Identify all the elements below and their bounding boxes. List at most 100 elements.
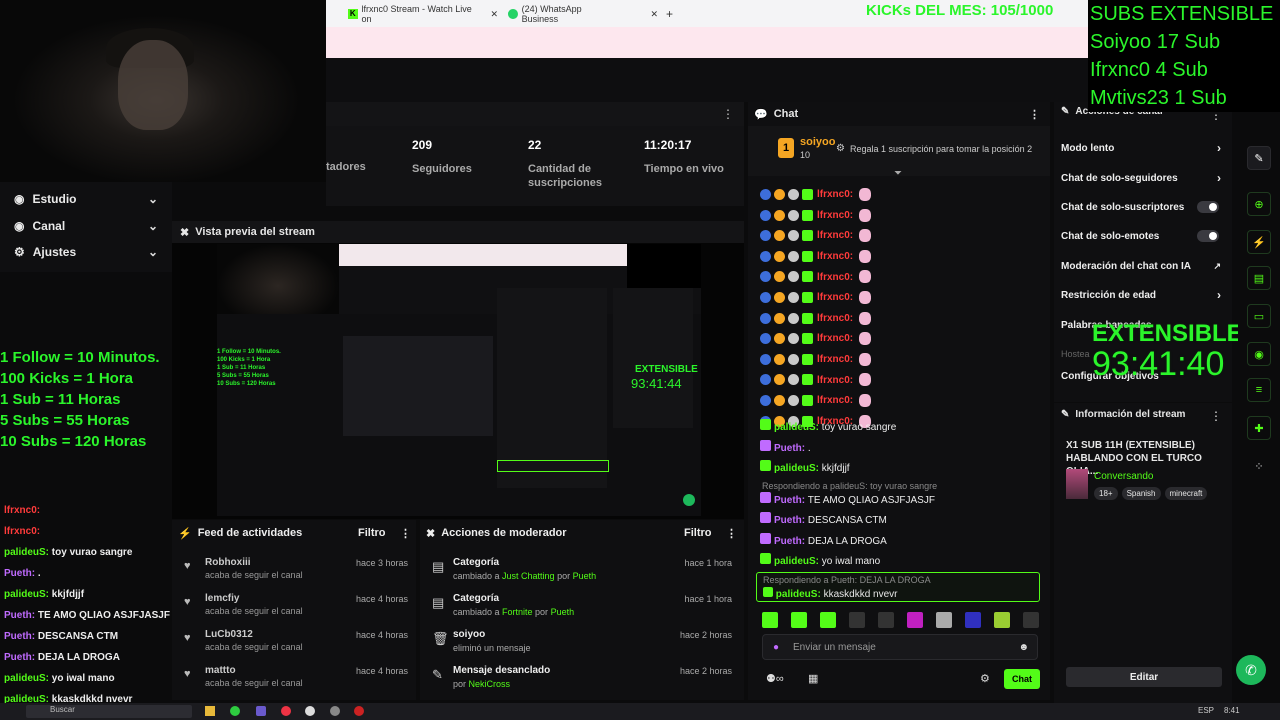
app-icon[interactable] bbox=[330, 706, 340, 716]
edit-stream-button[interactable]: Editar bbox=[1066, 667, 1222, 687]
modaction-row[interactable]: ▤ Categoría cambiado a Fortnite por Pueth h… bbox=[420, 590, 744, 626]
channel-action-item[interactable]: Chat de solo-suscriptores bbox=[1061, 197, 1229, 217]
pig-emote-icon bbox=[859, 311, 872, 325]
tag[interactable]: 18+ bbox=[1094, 487, 1118, 500]
filter-button[interactable]: Filtro bbox=[684, 527, 712, 539]
stream-preview[interactable]: EXTENSIBLE 93:41:44 1 Follow = 10 Minuto… bbox=[172, 243, 744, 519]
toggle-switch[interactable] bbox=[1197, 201, 1219, 213]
chat-username[interactable]: palideuS: bbox=[774, 556, 819, 567]
apps-icon[interactable]: ⁘ bbox=[1247, 454, 1271, 478]
browser-icon[interactable] bbox=[230, 706, 240, 716]
emote-icon[interactable] bbox=[994, 612, 1010, 628]
emote-icon[interactable] bbox=[849, 612, 865, 628]
sub-badge-icon bbox=[802, 250, 813, 262]
channel-action-item[interactable]: Chat de solo-emotes bbox=[1061, 226, 1229, 246]
settings-icon[interactable]: ⚙ bbox=[980, 672, 990, 685]
obs-icon[interactable] bbox=[305, 706, 315, 716]
emote-icon[interactable] bbox=[878, 612, 894, 628]
sidebar-item-channel[interactable]: ◉ Canal ⌄ bbox=[0, 214, 172, 238]
close-icon[interactable]: ✕ bbox=[650, 9, 658, 20]
taskbar-search[interactable]: Buscar bbox=[26, 705, 192, 718]
feed-row[interactable]: ♥ mattto acaba de seguir el canal hace 4 ho… bbox=[172, 662, 416, 698]
more-icon[interactable]: ⋮ bbox=[1210, 409, 1222, 423]
chat-username[interactable]: lfrxnc0: bbox=[817, 251, 853, 262]
more-icon[interactable]: ⋮ bbox=[1029, 108, 1040, 121]
emote-icon[interactable] bbox=[1023, 612, 1039, 628]
sidebar-item-studio[interactable]: ◉ Estudio ⌄ bbox=[0, 187, 172, 211]
chat-username[interactable]: lfrxnc0: bbox=[817, 354, 853, 365]
explorer-icon[interactable] bbox=[205, 706, 215, 716]
channel-action-item[interactable]: Restricción de edad › bbox=[1061, 285, 1229, 305]
detail-user[interactable]: Pueth bbox=[551, 607, 575, 617]
emote-icon[interactable] bbox=[762, 612, 778, 628]
emote-icon[interactable] bbox=[907, 612, 923, 628]
sidebar-item-settings[interactable]: ⚙ Ajustes ⌄ bbox=[0, 240, 172, 264]
address-bar[interactable] bbox=[326, 27, 1088, 58]
emote-icon[interactable] bbox=[791, 612, 807, 628]
chat-username[interactable]: Pueth: bbox=[774, 515, 805, 526]
chat-username[interactable]: palideuS: bbox=[774, 463, 819, 474]
stream-category[interactable]: Conversando bbox=[1094, 471, 1153, 482]
chat-username[interactable]: lfrxnc0: bbox=[817, 210, 853, 221]
store-icon[interactable]: ▦ bbox=[808, 672, 818, 685]
chat-username[interactable]: Pueth: bbox=[774, 495, 805, 506]
broadcast-icon[interactable]: ◉ bbox=[1247, 342, 1271, 366]
send-chat-button[interactable]: Chat bbox=[1004, 669, 1040, 689]
app-icon[interactable] bbox=[256, 706, 266, 716]
more-icon[interactable]: ⋮ bbox=[722, 107, 734, 121]
help-chat-icon[interactable]: ✆ bbox=[1236, 655, 1266, 685]
detail-highlight[interactable]: Fortnite bbox=[502, 607, 533, 617]
chat-username[interactable]: lfrxnc0: bbox=[817, 230, 853, 241]
modaction-row[interactable]: ▤ Categoría cambiado a Just Chatting por P… bbox=[420, 554, 744, 590]
modaction-row[interactable]: 🗑 soiyoo eliminó un mensaje hace 2 horas bbox=[420, 626, 744, 662]
more-icon[interactable]: ⋮ bbox=[400, 527, 411, 540]
chat-username[interactable]: lfrxnc0: bbox=[817, 395, 853, 406]
language-indicator[interactable]: ESP bbox=[1198, 706, 1214, 715]
channel-action-item[interactable]: Modo lento › bbox=[1061, 138, 1229, 158]
chat-username[interactable]: lfrxnc0: bbox=[817, 292, 853, 303]
record-icon[interactable] bbox=[354, 706, 364, 716]
pencil-icon[interactable]: ✎ bbox=[1247, 146, 1271, 170]
browser-tab-stream[interactable]: K lfrxnc0 Stream - Watch Live on ✕ bbox=[348, 4, 498, 24]
target-icon[interactable]: ⊕ bbox=[1247, 192, 1271, 216]
filter-button[interactable]: Filtro bbox=[358, 527, 386, 539]
feed-row[interactable]: ♥ Robhoxiii acaba de seguir el canal hace 3… bbox=[172, 554, 416, 590]
close-icon[interactable]: ✕ bbox=[490, 9, 498, 20]
new-tab-button[interactable]: + bbox=[666, 5, 673, 23]
browser-tab-whatsapp[interactable]: (24) WhatsApp Business ✕ bbox=[508, 4, 658, 24]
clock[interactable]: 8:41 bbox=[1224, 706, 1240, 715]
toggle-switch[interactable] bbox=[1197, 230, 1219, 242]
tag[interactable]: Spanish bbox=[1121, 487, 1161, 500]
tag[interactable]: minecraft bbox=[1164, 487, 1208, 500]
chat-username[interactable]: Pueth: bbox=[774, 536, 805, 547]
more-icon[interactable]: ⋮ bbox=[726, 527, 737, 540]
emote-icon[interactable] bbox=[965, 612, 981, 628]
detail-highlight[interactable]: Just Chatting bbox=[502, 571, 555, 581]
channel-action-item[interactable]: Chat de solo-seguidores › bbox=[1061, 168, 1229, 188]
users-icon[interactable]: ⚉∞ bbox=[766, 672, 784, 685]
chat-icon[interactable]: ▭ bbox=[1247, 304, 1271, 328]
chat-username[interactable]: Pueth: bbox=[774, 443, 805, 454]
chat-username[interactable]: lfrxnc0: bbox=[817, 272, 853, 283]
chrome-icon[interactable] bbox=[281, 706, 291, 716]
feed-row[interactable]: ♥ LuCb0312 acaba de seguir el canal hace 4 … bbox=[172, 626, 416, 662]
tool-icon[interactable]: ✚ bbox=[1247, 416, 1271, 440]
modaction-row[interactable]: ✎ Mensaje desanclado por NekiCross hace 2 h… bbox=[420, 662, 744, 698]
collapse-icon[interactable]: ⏷ bbox=[894, 168, 902, 179]
emoji-icon[interactable]: ☻ bbox=[1018, 642, 1029, 653]
chat-username[interactable]: lfrxnc0: bbox=[817, 313, 853, 324]
list-icon[interactable]: ≡ bbox=[1247, 378, 1271, 402]
chat-username[interactable]: lfrxnc0: bbox=[817, 333, 853, 344]
channel-action-item[interactable]: Moderación del chat con IA ↗ bbox=[1061, 256, 1229, 276]
chat-username[interactable]: lfrxnc0: bbox=[817, 189, 853, 200]
feed-row[interactable]: ♥ lemcfiy acaba de seguir el canal hace 4 h… bbox=[172, 590, 416, 626]
bolt-icon[interactable]: ⚡ bbox=[1247, 230, 1271, 254]
chat-username[interactable]: lfrxnc0: bbox=[817, 375, 853, 386]
emote-icon[interactable] bbox=[936, 612, 952, 628]
chat-username[interactable]: palideuS: bbox=[774, 422, 819, 433]
chat-message-input[interactable]: ● Enviar un mensaje ☻ bbox=[762, 634, 1038, 660]
detail-user[interactable]: Pueth bbox=[573, 571, 597, 581]
document-icon[interactable]: ▤ bbox=[1247, 266, 1271, 290]
emote-icon[interactable] bbox=[820, 612, 836, 628]
detail-user[interactable]: NekiCross bbox=[469, 679, 511, 689]
